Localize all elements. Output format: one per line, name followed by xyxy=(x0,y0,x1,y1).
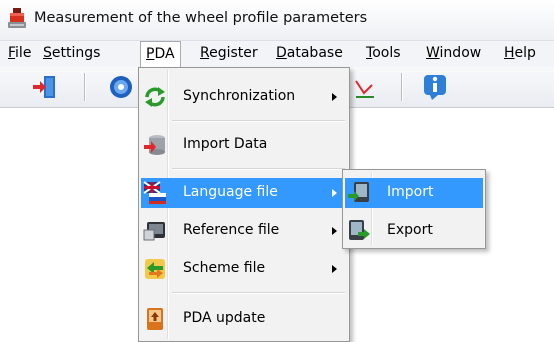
menu-item-label: Import Data xyxy=(183,136,268,152)
menu-database-label: atabase xyxy=(286,45,343,61)
submenu-item-export[interactable]: Export xyxy=(345,216,483,246)
menu-bar: File Settings PDA Register Database Tool… xyxy=(0,41,554,69)
settings-gear-icon xyxy=(106,76,136,105)
toolbar-separator xyxy=(401,73,402,101)
menu-tools-label: ools xyxy=(372,45,401,61)
menu-item-label: Language file xyxy=(183,184,278,200)
menu-item-import-data[interactable]: Import Data xyxy=(141,130,347,160)
menu-file[interactable]: File xyxy=(3,41,36,65)
menu-help[interactable]: Help xyxy=(499,41,541,65)
menu-item-label: Import xyxy=(387,184,434,200)
menu-item-pda-update[interactable]: PDA update xyxy=(141,304,347,334)
menu-item-synchronization[interactable]: Synchronization xyxy=(141,82,347,112)
menu-file-label: ile xyxy=(15,45,32,61)
menu-item-label: Reference file xyxy=(183,222,280,238)
menu-file-mnemonic: F xyxy=(8,45,16,61)
menu-pda[interactable]: PDA xyxy=(140,41,181,69)
menu-item-language-file[interactable]: Language file xyxy=(141,178,347,208)
menu-separator xyxy=(172,120,345,122)
menu-window-mnemonic: W xyxy=(426,45,440,61)
exit-button[interactable] xyxy=(30,73,60,101)
submenu-item-import[interactable]: Import xyxy=(345,178,483,208)
submenu-arrow-icon xyxy=(332,93,337,101)
menu-window[interactable]: Window xyxy=(421,41,486,65)
menu-pda-label: DA xyxy=(154,46,175,62)
sync-arrows-icon xyxy=(143,85,167,109)
pda-export-icon xyxy=(347,219,371,243)
exit-icon xyxy=(30,76,60,105)
settings-button[interactable] xyxy=(106,73,136,101)
menu-tools[interactable]: Tools xyxy=(361,41,406,65)
menu-database[interactable]: Database xyxy=(271,41,348,65)
menu-settings[interactable]: Settings xyxy=(38,41,105,65)
menu-register-label: egister xyxy=(209,45,258,61)
menu-item-scheme-file[interactable]: Scheme file xyxy=(141,254,347,284)
submenu-arrow-icon xyxy=(332,189,337,197)
info-icon xyxy=(420,75,450,105)
menu-item-label: Synchronization xyxy=(183,88,296,104)
menu-item-label: PDA update xyxy=(183,310,266,326)
info-button[interactable] xyxy=(420,73,450,101)
pda-menu: Synchronization Import Data Language fil… xyxy=(138,67,350,342)
language-flags-icon xyxy=(143,181,167,205)
window-title: Measurement of the wheel profile paramet… xyxy=(34,10,368,26)
pda-update-icon xyxy=(143,307,167,331)
toolbar-separator xyxy=(84,73,85,101)
menu-separator xyxy=(172,292,345,294)
menu-database-mnemonic: D xyxy=(276,45,287,61)
graph-button[interactable] xyxy=(354,73,384,101)
submenu-arrow-icon xyxy=(332,227,337,235)
menu-register-mnemonic: R xyxy=(200,45,210,61)
menu-item-label: Scheme file xyxy=(183,260,266,276)
menu-register[interactable]: Register xyxy=(195,41,263,65)
menu-separator xyxy=(172,168,345,170)
reference-file-icon xyxy=(143,219,167,243)
graph-icon xyxy=(354,80,384,105)
scheme-file-icon xyxy=(143,257,167,281)
database-import-icon xyxy=(143,133,167,157)
menu-window-label: indow xyxy=(439,45,482,61)
menu-settings-mnemonic: S xyxy=(43,45,52,61)
title-bar: Measurement of the wheel profile paramet… xyxy=(0,0,554,41)
pda-import-icon xyxy=(347,181,371,205)
language-submenu: Import Export xyxy=(342,169,486,249)
menu-help-mnemonic: H xyxy=(504,45,515,61)
submenu-arrow-icon xyxy=(332,265,337,273)
menu-help-label: elp xyxy=(514,45,536,61)
menu-item-label: Export xyxy=(387,222,433,238)
menu-settings-label: ettings xyxy=(51,45,101,61)
wheel-app-icon xyxy=(7,8,27,30)
menu-item-reference-file[interactable]: Reference file xyxy=(141,216,347,246)
